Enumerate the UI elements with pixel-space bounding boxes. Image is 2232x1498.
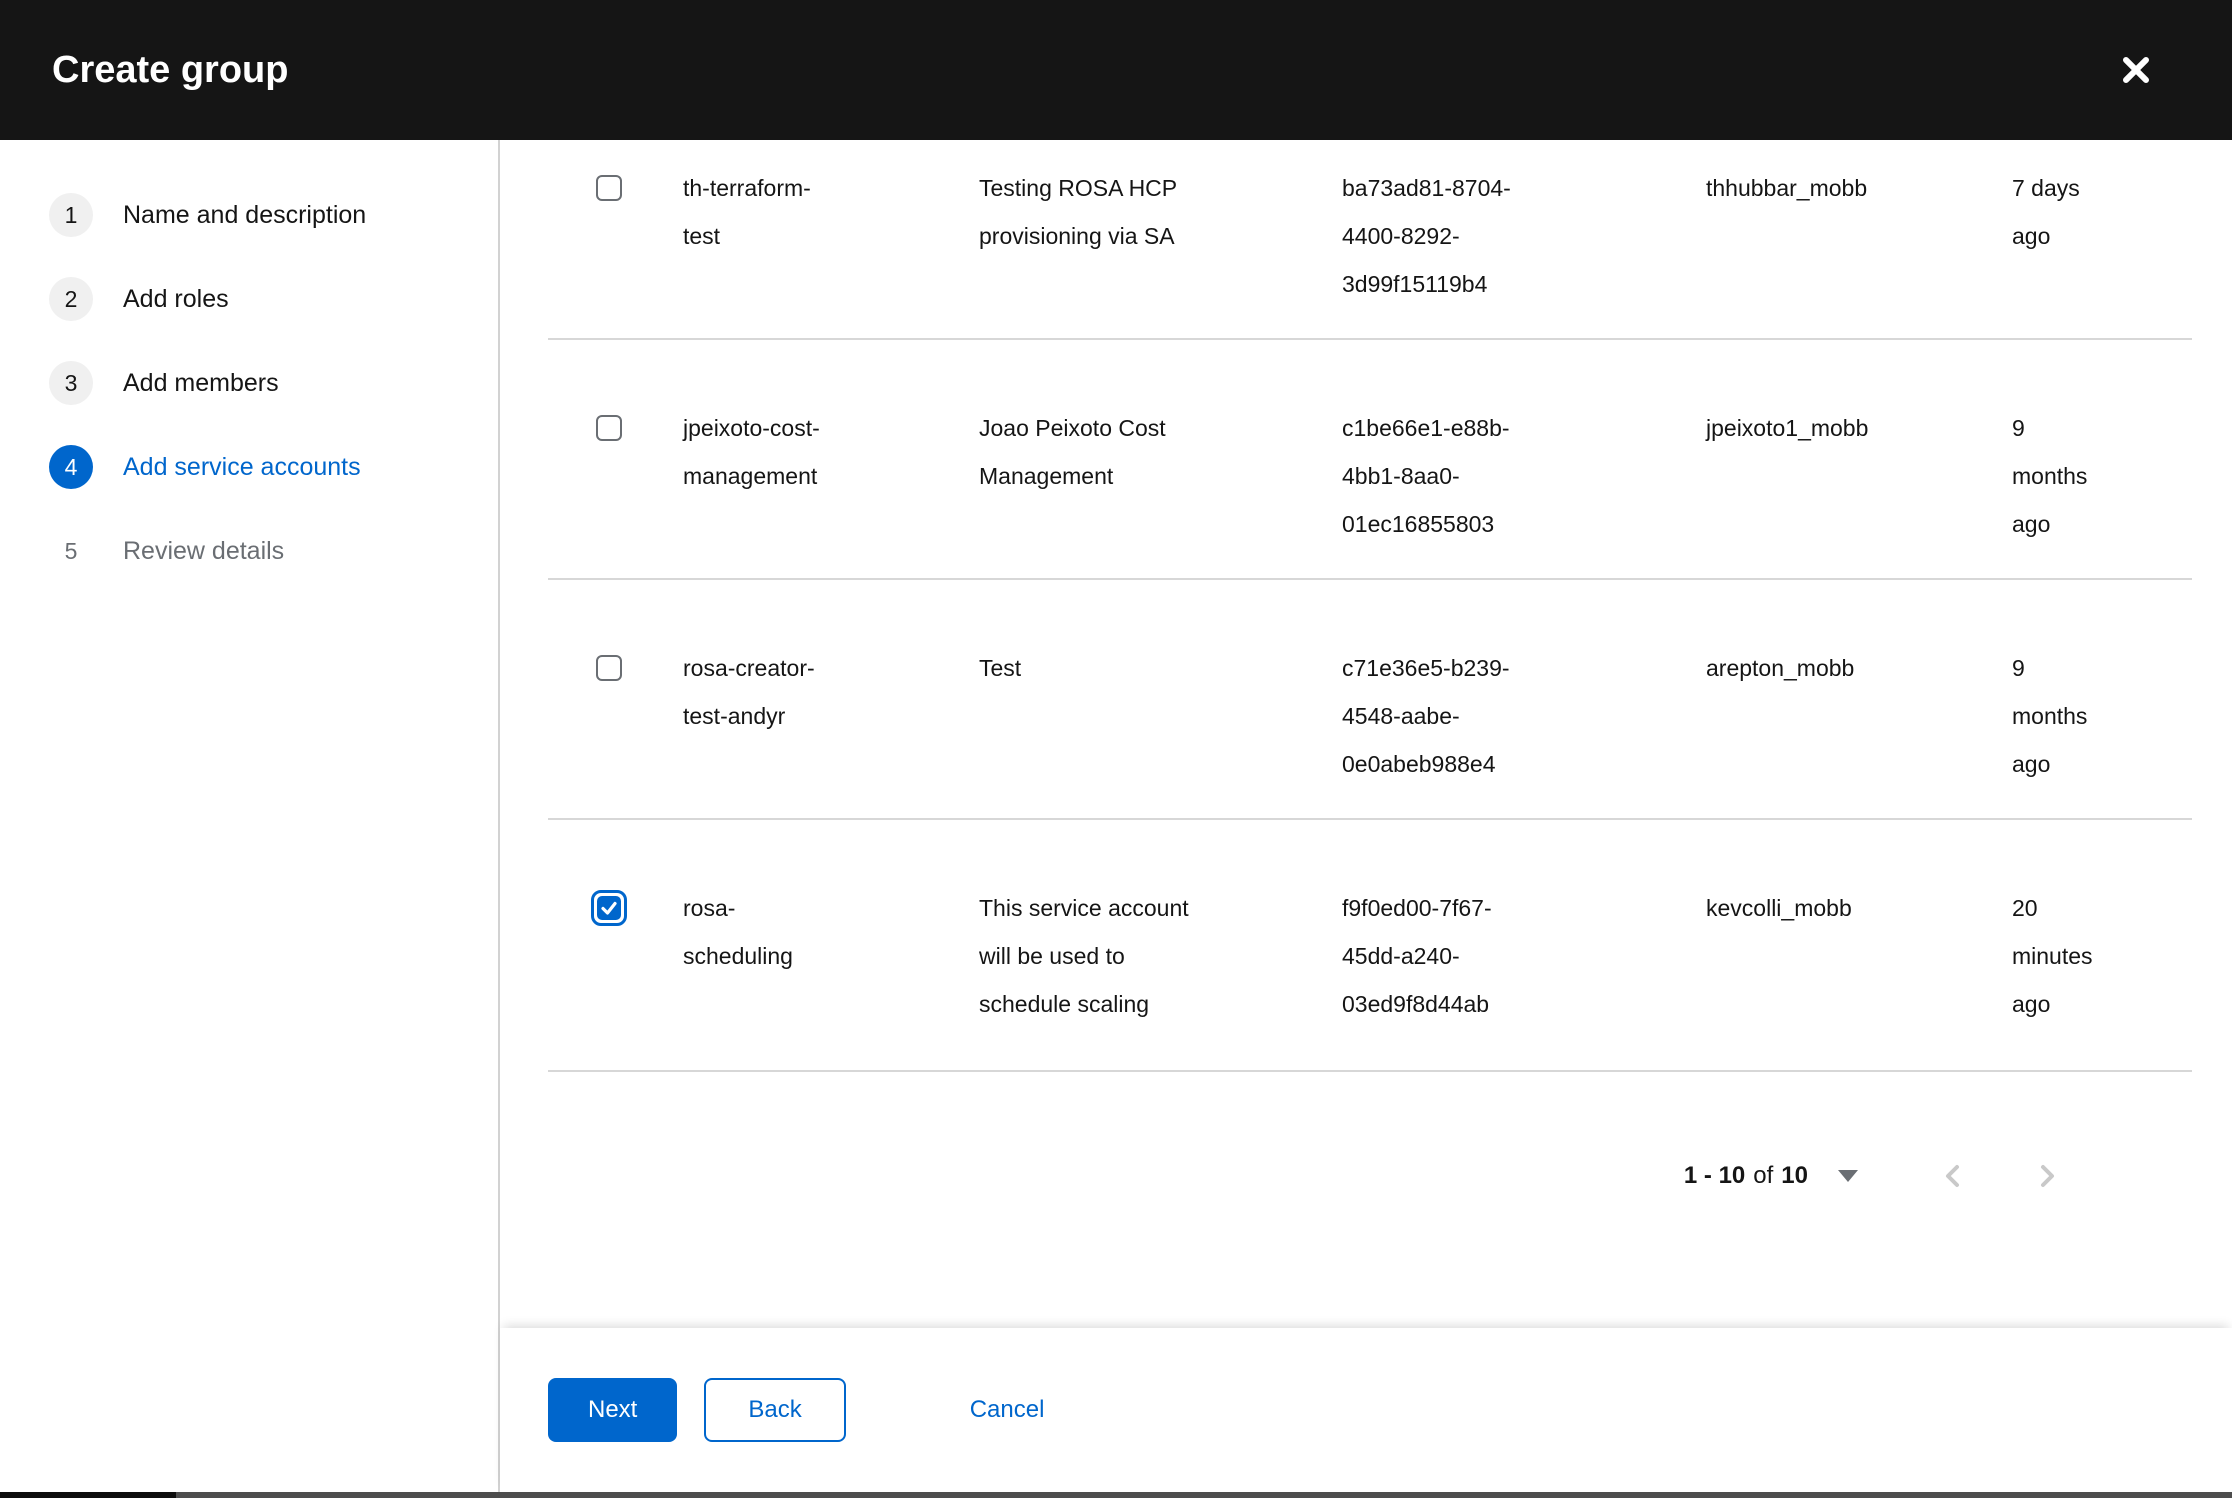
client-id-cell: c1be66e1-e88b-4bb1-8aa0-01ec16855803: [1342, 415, 1510, 537]
description-cell: Joao Peixoto Cost Management: [979, 415, 1166, 489]
back-button[interactable]: Back: [704, 1378, 846, 1442]
wizard-step-review-details: 5 Review details: [0, 529, 498, 573]
service-accounts-table: th-terraform-test Testing ROSA HCP provi…: [500, 140, 2232, 1072]
step-number-badge: 4: [49, 445, 93, 489]
wizard-step-name-and-description[interactable]: 1 Name and description: [0, 193, 498, 237]
step-number-badge: 2: [49, 277, 93, 321]
step-number-badge: 1: [49, 193, 93, 237]
description-cell: Test: [979, 655, 1022, 681]
next-button[interactable]: Next: [548, 1378, 678, 1442]
time-created-cell: 9 months ago: [2012, 655, 2088, 777]
service-account-name-cell: rosa-creator-test-andyr: [683, 655, 815, 729]
pagination-menu-toggle[interactable]: [1828, 1160, 1868, 1192]
cancel-button[interactable]: Cancel: [970, 1378, 1045, 1442]
row-checkbox[interactable]: [596, 655, 622, 681]
underlying-page-edge: [0, 1492, 2232, 1498]
time-created-cell: 9 months ago: [2012, 415, 2088, 537]
service-account-name-cell: jpeixoto-cost-management: [683, 415, 820, 489]
client-id-cell: ba73ad81-8704-4400-8292-3d99f15119b4: [1342, 175, 1511, 297]
service-account-name-cell: rosa-scheduling: [683, 895, 793, 969]
table-row: rosa-creator-test-andyr Test c71e36e5-b2…: [500, 580, 2232, 820]
owner-cell: jpeixoto1_mobb: [1706, 415, 1869, 441]
wizard-steps-nav: 1 Name and description 2 Add roles 3 Add…: [0, 140, 500, 1492]
owner-cell: arepton_mobb: [1706, 655, 1855, 681]
close-icon: [2123, 57, 2149, 83]
row-select-cell: [591, 884, 683, 926]
pagination-of-label: of: [1753, 1162, 1774, 1189]
client-id-cell: c71e36e5-b239-4548-aabe-0e0abeb988e4: [1342, 655, 1510, 777]
time-created-cell: 20 minutes ago: [2012, 895, 2093, 1017]
client-id-cell: f9f0ed00-7f67-45dd-a240-03ed9f8d44ab: [1342, 895, 1492, 1017]
wizard-step-add-roles[interactable]: 2 Add roles: [0, 277, 498, 321]
modal-header: Create group: [0, 0, 2232, 140]
row-select-cell: [596, 404, 683, 441]
step-label: Review details: [123, 536, 285, 565]
owner-cell: kevcolli_mobb: [1706, 895, 1852, 921]
table-row: th-terraform-test Testing ROSA HCP provi…: [500, 140, 2232, 340]
step-label: Add roles: [123, 284, 229, 313]
owner-cell: thhubbar_mobb: [1706, 175, 1868, 201]
step-number-badge: 5: [64, 537, 78, 564]
pagination-prev-button[interactable]: [1940, 1161, 1966, 1191]
row-select-cell: [596, 164, 683, 201]
underlying-page-edge-dark: [0, 1492, 176, 1498]
checkmark-icon: [597, 896, 621, 920]
step-number-badge: 3: [49, 361, 93, 405]
table-row: jpeixoto-cost-management Joao Peixoto Co…: [500, 340, 2232, 580]
chevron-right-icon: [2041, 1165, 2054, 1187]
pagination-range-text: 1 - 10 of 10: [1684, 1162, 1808, 1190]
pagination-range: 1 - 10: [1683, 1162, 1746, 1189]
wizard-footer: Next Back Cancel: [500, 1328, 2232, 1492]
modal-content: th-terraform-test Testing ROSA HCP provi…: [500, 140, 2232, 1492]
service-account-name-cell: th-terraform-test: [683, 175, 811, 249]
description-cell: This service account will be used to sch…: [979, 895, 1189, 1017]
pagination: 1 - 10 of 10: [500, 1152, 2232, 1200]
modal-title: Create group: [52, 48, 289, 91]
chevron-left-icon: [1946, 1165, 1959, 1187]
time-created-cell: 7 days ago: [2012, 175, 2080, 249]
wizard-step-add-members[interactable]: 3 Add members: [0, 361, 498, 405]
table-row: rosa-scheduling This service account wil…: [500, 820, 2232, 1072]
pagination-next-button[interactable]: [2034, 1161, 2060, 1191]
pagination-total: 10: [1781, 1162, 1808, 1189]
row-checkbox[interactable]: [591, 890, 627, 926]
step-label: Name and description: [123, 200, 367, 229]
close-button[interactable]: [2112, 46, 2160, 94]
caret-down-icon: [1838, 1170, 1858, 1182]
row-select-cell: [596, 644, 683, 681]
step-label: Add service accounts: [123, 452, 361, 481]
description-cell: Testing ROSA HCP provisioning via SA: [979, 175, 1177, 249]
row-checkbox[interactable]: [596, 415, 622, 441]
wizard-step-add-service-accounts[interactable]: 4 Add service accounts: [0, 445, 498, 489]
step-label: Add members: [123, 368, 279, 397]
row-checkbox[interactable]: [596, 175, 622, 201]
